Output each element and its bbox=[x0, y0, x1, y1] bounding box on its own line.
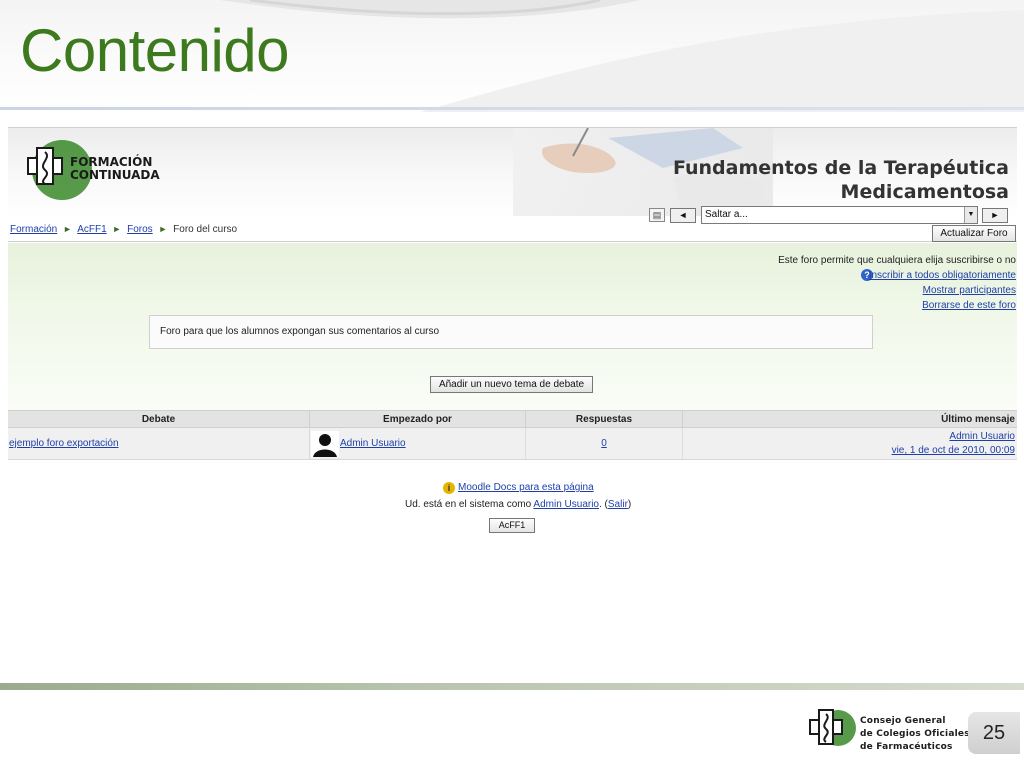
column-header-debate[interactable]: Debate bbox=[8, 411, 310, 428]
last-post-date-link[interactable]: vie, 1 de oct de 2010, 00:09 bbox=[683, 444, 1015, 458]
course-home-button[interactable]: AcFF1 bbox=[489, 518, 535, 533]
logo-line-2: CONTINUADA bbox=[70, 168, 160, 182]
navigation-bar: Formación ► AcFF1 ► Foros ► Foro del cur… bbox=[8, 206, 1017, 242]
header-divider bbox=[0, 107, 1024, 110]
moodle-screenshot: FORMACIÓN CONTINUADA Fundamentos de la T… bbox=[8, 127, 1017, 547]
author-link[interactable]: Admin Usuario bbox=[340, 428, 406, 459]
table-row: ejemplo foro exportación Admin Usuario 0… bbox=[8, 428, 1017, 460]
last-post-author-link[interactable]: Admin Usuario bbox=[683, 430, 1015, 444]
replies-cell: 0 bbox=[526, 428, 683, 459]
navigation-menu-icon[interactable]: ▤ bbox=[649, 208, 665, 222]
table-header: Debate Empezado por Respuestas Último me… bbox=[8, 410, 1017, 428]
breadcrumb-separator-icon: ► bbox=[112, 224, 122, 234]
login-info: Ud. está en el sistema como Admin Usuari… bbox=[405, 499, 632, 510]
course-title-line-2: Medicamentosa bbox=[840, 181, 1009, 203]
course-title-line-1: Fundamentos de la Terapéutica bbox=[672, 157, 1009, 179]
breadcrumb-foros[interactable]: Foros bbox=[127, 224, 153, 235]
course-title: Fundamentos de la Terapéutica Medicament… bbox=[673, 156, 1009, 204]
logged-user-link[interactable]: Admin Usuario bbox=[533, 499, 599, 510]
debate-cell: ejemplo foro exportación bbox=[8, 428, 310, 459]
login-prefix: Ud. está en el sistema como bbox=[405, 499, 532, 510]
info-icon: i bbox=[443, 482, 455, 494]
cgcof-cross-logo bbox=[809, 709, 856, 746]
started-by-cell: Admin Usuario bbox=[310, 428, 526, 459]
next-activity-button[interactable]: ► bbox=[982, 208, 1008, 223]
forum-intro: Foro para que los alumnos expongan sus c… bbox=[149, 315, 873, 349]
jump-to-value: Saltar a... bbox=[705, 209, 748, 220]
jump-to-select[interactable]: Saltar a... ▼ bbox=[701, 206, 978, 224]
slide-title: Contenido bbox=[20, 17, 290, 84]
update-forum-button[interactable]: Actualizar Foro bbox=[932, 225, 1016, 242]
moodle-docs-link[interactable]: Moodle Docs para esta página bbox=[458, 482, 594, 493]
cgcof-line-3: de Farmacéuticos bbox=[860, 742, 953, 752]
slide-header: Contenido bbox=[0, 0, 1024, 112]
breadcrumb-current: Foro del curso bbox=[173, 224, 238, 235]
chevron-down-icon: ▼ bbox=[964, 207, 977, 223]
footer-divider bbox=[0, 683, 1024, 690]
page-number: 25 bbox=[968, 712, 1020, 754]
unsubscribe-link[interactable]: Borrarse de este foro bbox=[922, 300, 1016, 311]
breadcrumb-formacion[interactable]: Formación bbox=[10, 224, 57, 235]
breadcrumb: Formación ► AcFF1 ► Foros ► Foro del cur… bbox=[10, 224, 237, 235]
column-header-replies[interactable]: Respuestas bbox=[526, 411, 683, 428]
add-discussion-button[interactable]: Añadir un nuevo tema de debate bbox=[430, 376, 593, 393]
cgcof-wordmark: Consejo General de Colegios Oficiales de… bbox=[860, 715, 970, 754]
cgcof-line-1: Consejo General bbox=[860, 716, 946, 726]
user-avatar-icon[interactable] bbox=[311, 431, 339, 457]
force-subscribe-link[interactable]: Inscribir a todos obligatoriamente bbox=[869, 270, 1016, 281]
column-header-last-post[interactable]: Último mensaje bbox=[683, 411, 1017, 428]
column-header-started-by[interactable]: Empezado por bbox=[310, 411, 526, 428]
logo-wordmark: FORMACIÓN CONTINUADA bbox=[70, 156, 160, 182]
breadcrumb-separator-icon: ► bbox=[63, 224, 72, 234]
discussion-link[interactable]: ejemplo foro exportación bbox=[9, 438, 119, 449]
show-participants-link[interactable]: Mostrar participantes bbox=[923, 285, 1016, 296]
cgcof-line-2: de Colegios Oficiales bbox=[860, 729, 970, 739]
previous-activity-button[interactable]: ◄ bbox=[670, 208, 696, 223]
subscription-note: Este foro permite que cualquiera elija s… bbox=[778, 255, 1016, 266]
last-post-cell: Admin Usuario vie, 1 de oct de 2010, 00:… bbox=[683, 428, 1017, 459]
breadcrumb-acff1[interactable]: AcFF1 bbox=[77, 224, 106, 235]
logout-link[interactable]: Salir bbox=[608, 499, 628, 510]
replies-link[interactable]: 0 bbox=[601, 438, 607, 449]
breadcrumb-separator-icon: ► bbox=[158, 224, 168, 234]
